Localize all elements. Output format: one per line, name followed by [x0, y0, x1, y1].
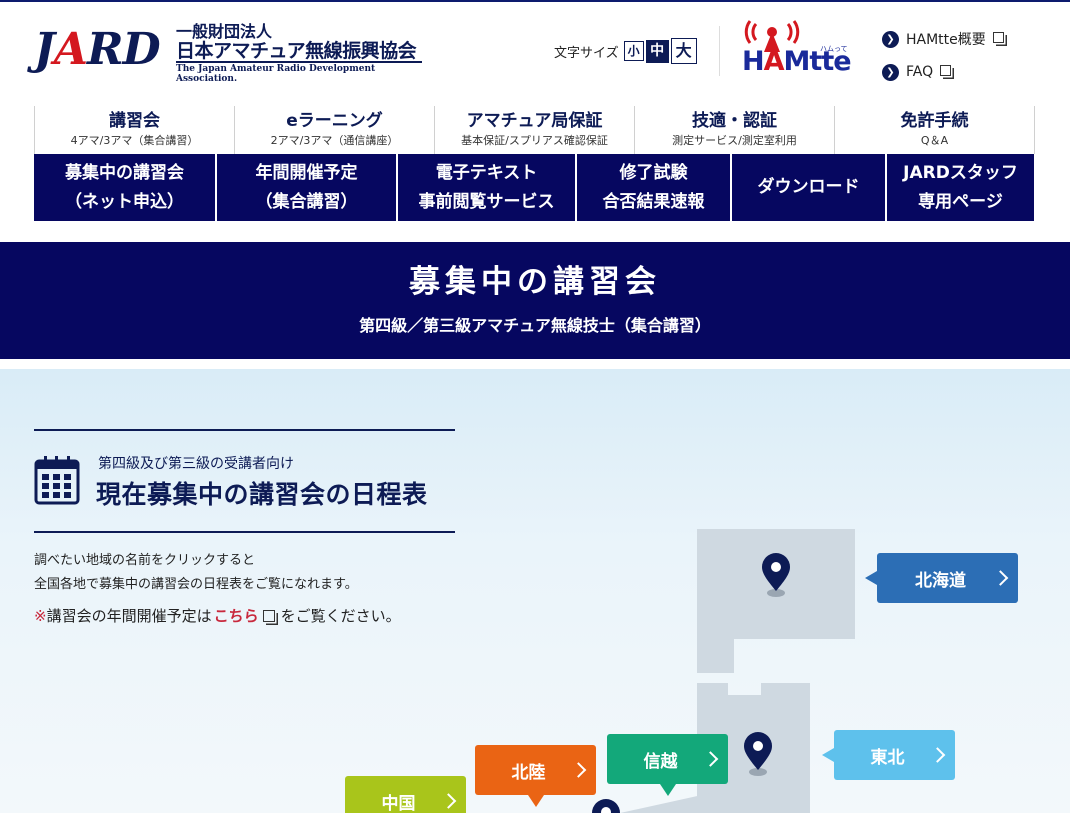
main-nav-title: 技適・認証: [692, 111, 777, 131]
sub-nav-line1: JARDスタッフ: [903, 162, 1018, 183]
region-label: 中国: [381, 793, 416, 813]
hamtte-overview-label: HAMtte概要: [906, 32, 986, 48]
sub-nav-item-open-courses[interactable]: 募集中の講習会 （ネット申込）: [34, 154, 215, 221]
main-nav-title: アマチュア局保証: [466, 111, 603, 131]
font-size-switcher: 文字サイズ 小 中 大: [554, 38, 697, 64]
chevron-right-icon: [702, 751, 719, 767]
annual-schedule-link[interactable]: こちら: [214, 607, 259, 625]
region-button-chugoku[interactable]: 中国: [345, 776, 466, 813]
region-label: 北海道: [915, 570, 966, 591]
schedule-description-line2: 全国各地で募集中の講習会の日程表をご覧になれます。: [34, 577, 358, 592]
logo-jard-wordmark: JARD: [34, 24, 161, 75]
map-pin-icon: [592, 799, 620, 813]
chevron-right-icon: [992, 570, 1009, 586]
external-window-icon: [262, 610, 275, 622]
main-nav-sub: 4アマ/3アマ（集合講習）: [70, 134, 199, 147]
chevron-right-icon: ❯: [882, 30, 899, 48]
main-nav-sub: 測定サービス/測定室利用: [672, 134, 797, 147]
sub-nav-line1: 電子テキスト: [435, 162, 538, 183]
region-button-hokuriku[interactable]: 北陸: [475, 745, 596, 807]
main-nav-item-elearning[interactable]: eラーニング 2アマ/3アマ（通信講座）: [234, 106, 434, 154]
sub-nav-item-exam-results[interactable]: 修了試験 合否結果速報: [577, 154, 730, 221]
calendar-icon: [34, 456, 80, 505]
sub-nav-line2: 合否結果速報: [602, 191, 705, 212]
region-button-tohoku[interactable]: 東北: [822, 730, 955, 780]
hokkaido-area: [697, 529, 855, 673]
sub-nav-line2: （集合講習）: [255, 191, 358, 212]
font-size-medium-button[interactable]: 中: [645, 39, 669, 63]
region-map-section: 第四級及び第三級の受講者向け 現在募集中の講習会の日程表 調べたい地域の名前をク…: [0, 369, 1070, 813]
sub-nav-item-e-text[interactable]: 電子テキスト 事前閲覧サービス: [398, 154, 575, 221]
hamtte-kana: ハムって: [820, 45, 848, 53]
external-window-icon: [940, 64, 952, 76]
hamtte-overview-link[interactable]: ❯ HAMtte概要: [882, 27, 1004, 51]
jard-logo[interactable]: JARD 一般財団法人 日本アマチュア無線振興協会 The Japan Amat…: [34, 18, 424, 84]
font-size-small-button[interactable]: 小: [623, 41, 644, 61]
logo-underline: [176, 61, 422, 63]
sub-nav-item-download[interactable]: ダウンロード: [732, 154, 885, 221]
sub-nav-line1: 年間開催予定: [255, 162, 358, 183]
sub-nav-line2: 専用ページ: [918, 191, 1003, 212]
main-nav-sub: 基本保証/スプリアス確認保証: [461, 134, 608, 147]
font-size-large-button[interactable]: 大: [670, 38, 697, 64]
external-window-icon: [992, 31, 1004, 43]
note-text-after: をご覧ください。: [280, 607, 401, 625]
main-nav-item-certification[interactable]: 技適・認証 測定サービス/測定室利用: [634, 106, 834, 154]
logo-org-english: The Japan Amateur Radio Development Asso…: [176, 64, 376, 84]
sub-nav-item-staff-page[interactable]: JARDスタッフ 専用ページ: [887, 154, 1034, 221]
sub-nav-line1: ダウンロード: [757, 177, 860, 197]
annual-schedule-note: ※講習会の年間開催予定は こちら をご覧ください。: [34, 605, 401, 626]
chevron-right-icon: ❯: [882, 63, 899, 81]
main-nav-title: 免許手続: [900, 111, 969, 131]
sub-nav-line2: （ネット申込）: [65, 191, 184, 212]
main-nav: 講習会 4アマ/3アマ（集合講習） eラーニング 2アマ/3アマ（通信講座） ア…: [34, 106, 1035, 154]
header-links: ❯ HAMtte概要 ❯ FAQ: [882, 27, 1004, 93]
schedule-description-line1: 調べたい地域の名前をクリックすると: [34, 553, 256, 568]
main-nav-item-license[interactable]: 免許手続 Q＆A: [834, 106, 1034, 154]
note-mark: ※: [34, 607, 47, 625]
region-button-shinetsu[interactable]: 信越: [607, 734, 728, 796]
sub-nav-line1: 募集中の講習会: [65, 162, 184, 183]
sub-nav-line2: 事前閲覧サービス: [418, 191, 555, 212]
note-text-before: 講習会の年間開催予定は: [46, 607, 212, 625]
schedule-subheading: 第四級及び第三級の受講者向け: [98, 456, 294, 472]
top-border: [0, 0, 1070, 2]
region-label: 北陸: [511, 762, 546, 783]
main-nav-sub: 2アマ/3アマ（通信講座）: [270, 134, 399, 147]
region-label: 信越: [643, 751, 678, 772]
font-size-label: 文字サイズ: [554, 45, 619, 61]
main-nav-item-station-guarantee[interactable]: アマチュア局保証 基本保証/スプリアス確認保証: [434, 106, 634, 154]
chevron-right-icon: [929, 747, 946, 763]
faq-label: FAQ: [906, 64, 934, 80]
header-divider: [719, 26, 720, 76]
schedule-title: 現在募集中の講習会の日程表: [96, 480, 428, 509]
faq-link[interactable]: ❯ FAQ: [882, 60, 1004, 84]
page-subtitle: 第四級／第三級アマチュア無線技士（集合講習）: [359, 316, 711, 335]
main-nav-sub: Q＆A: [920, 134, 949, 147]
region-button-hokkaido[interactable]: 北海道: [865, 553, 1018, 603]
chevron-right-icon: [440, 793, 457, 809]
page-title-band: 募集中の講習会 第四級／第三級アマチュア無線技士（集合講習）: [0, 242, 1070, 359]
main-nav-title: eラーニング: [286, 111, 383, 131]
region-label: 東北: [870, 747, 905, 768]
main-nav-title: 講習会: [109, 111, 160, 131]
chevron-right-icon: [570, 762, 587, 778]
hamtte-logo[interactable]: HAMtte ハムって: [742, 20, 862, 78]
logo-org-name: 日本アマチュア無線振興協会: [176, 40, 417, 62]
sub-nav-line1: 修了試験: [619, 162, 688, 183]
page-title: 募集中の講習会: [409, 264, 661, 300]
main-nav-item-koushukai[interactable]: 講習会 4アマ/3アマ（集合講習）: [34, 106, 234, 154]
sub-nav-item-annual-schedule[interactable]: 年間開催予定 （集合講習）: [217, 154, 396, 221]
sub-nav: 募集中の講習会 （ネット申込） 年間開催予定 （集合講習） 電子テキスト 事前閲…: [34, 154, 1034, 221]
schedule-heading: 第四級及び第三級の受講者向け 現在募集中の講習会の日程表: [34, 429, 455, 533]
